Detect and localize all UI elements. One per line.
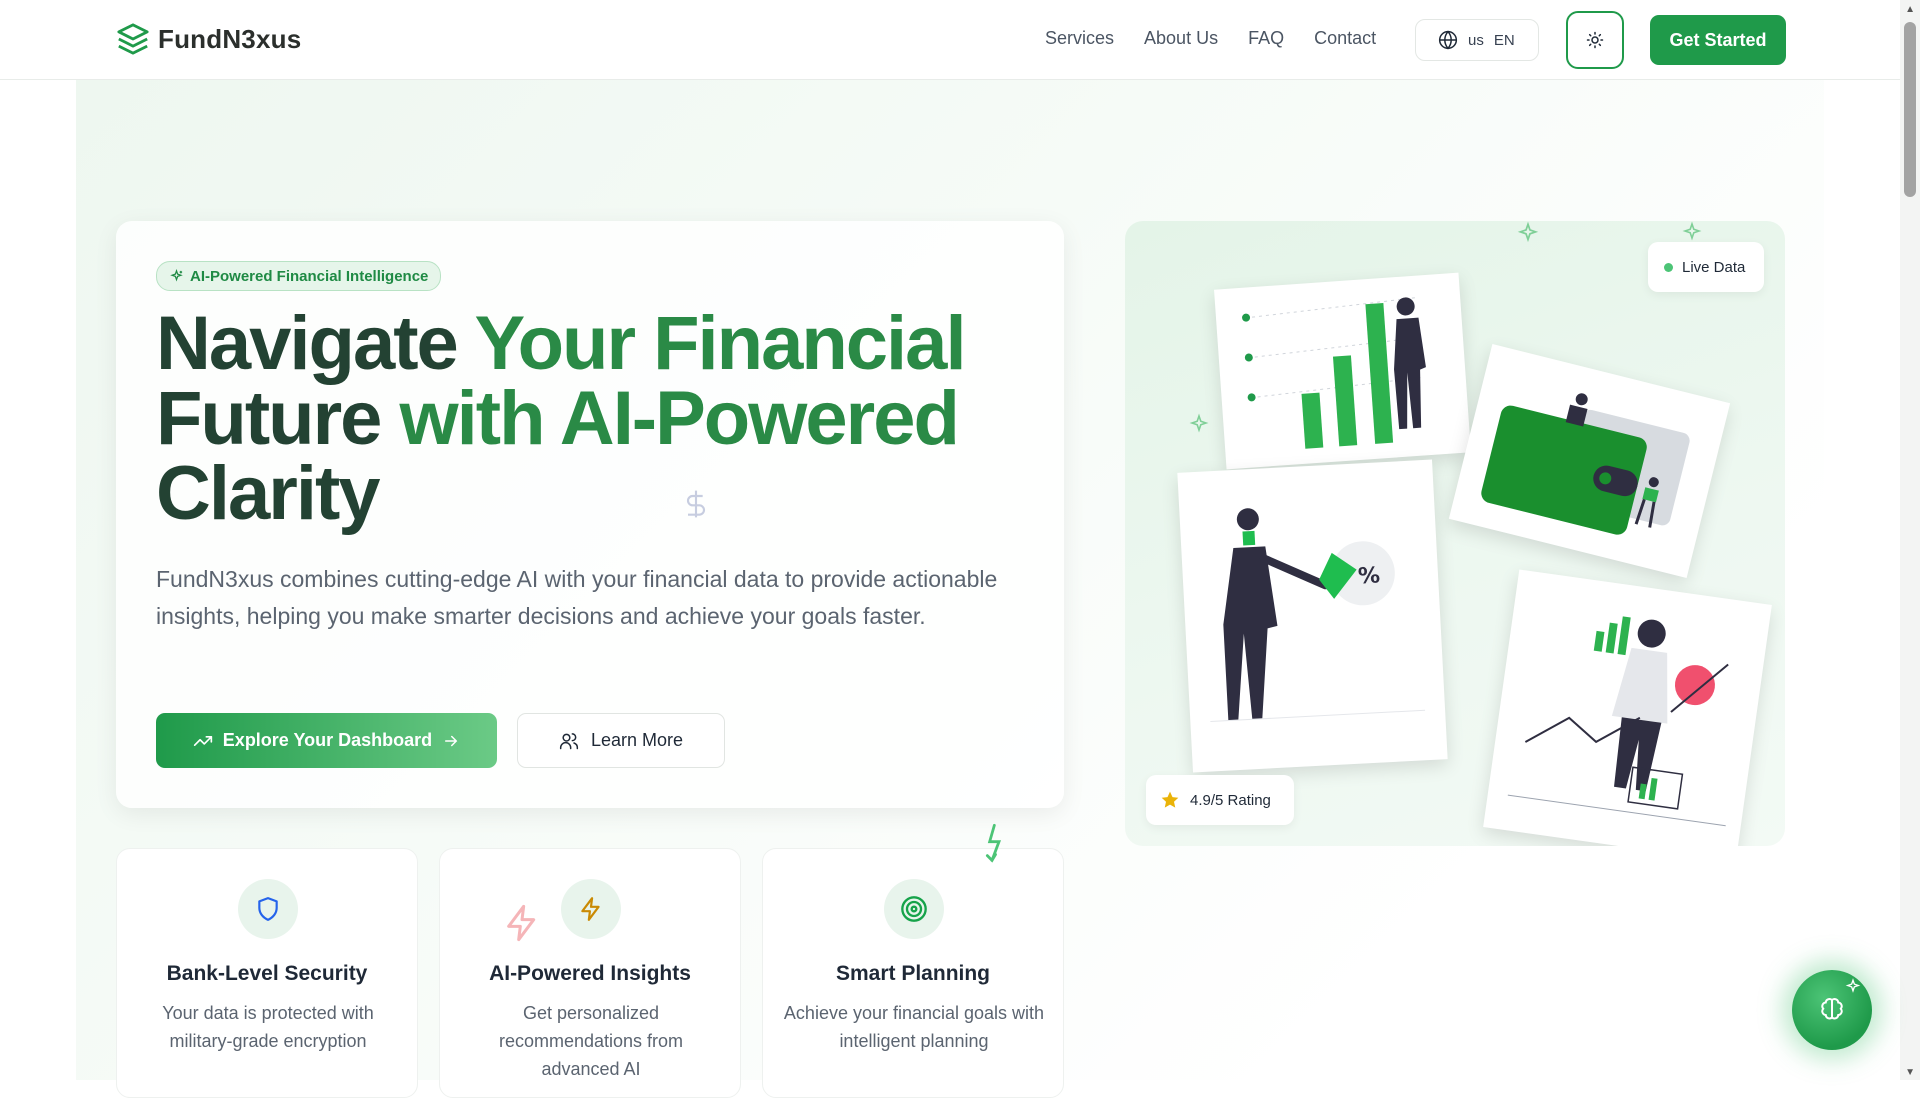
- rating-badge: 4.9/5 Rating: [1146, 775, 1294, 825]
- floating-lightning-icon: [507, 904, 536, 942]
- nav-link-faq[interactable]: FAQ: [1248, 28, 1284, 49]
- wallet-illustration: [1481, 393, 1690, 535]
- globe-icon: [1438, 30, 1458, 50]
- live-data-label: Live Data: [1682, 258, 1746, 276]
- arrow-right-icon: [445, 735, 458, 746]
- feature-card-security: Bank-Level Security Your data is protect…: [116, 848, 418, 1098]
- headline-part-1: Navigate: [156, 301, 475, 386]
- target-icon: [901, 896, 927, 922]
- scroll-up-arrow-icon[interactable]: ▲: [1905, 4, 1915, 15]
- percent-symbol: %: [1357, 563, 1380, 589]
- layers-logo-icon: [117, 23, 149, 55]
- headline-part-5: Clarity: [156, 451, 381, 536]
- floating-dollar-icon: [687, 490, 705, 518]
- hero-badge: AI-Powered Financial Intelligence: [156, 261, 442, 291]
- feature-icon-wrap: [238, 879, 298, 939]
- percent-illustration: %: [1210, 508, 1426, 722]
- brain-icon: [1821, 998, 1843, 1020]
- growth-chart-illustration: [1242, 297, 1426, 449]
- trending-up-icon: [193, 735, 212, 746]
- feature-text: Get personalized recommendations from ad…: [498, 1003, 684, 1079]
- nav-link-contact[interactable]: Contact: [1314, 28, 1376, 49]
- live-indicator-dot: [1664, 262, 1673, 272]
- hero-badge-label: AI-Powered Financial Intelligence: [190, 267, 429, 285]
- theme-toggle-button[interactable]: [1566, 11, 1624, 69]
- nav-links: Services About Us FAQ Contact: [1045, 28, 1376, 49]
- headline-part-2: Your Financial: [474, 301, 967, 386]
- photo-growth-chart: [1214, 272, 1471, 470]
- explore-dashboard-button[interactable]: Explore Your Dashboard: [156, 713, 497, 768]
- sparkle-deco-icon: [1189, 413, 1209, 433]
- language-selector[interactable]: us EN: [1415, 19, 1539, 61]
- feature-icon-wrap: [561, 879, 621, 939]
- headline-part-4: with AI-Powered: [399, 376, 960, 461]
- sun-icon: [1586, 31, 1604, 49]
- photo-analyst: [1483, 569, 1772, 846]
- headline-part-3: Future: [156, 376, 400, 461]
- hero-headline: Navigate Your Financial Future with AI-Po…: [156, 306, 1036, 532]
- assistant-sparkle-icon: [1845, 978, 1861, 993]
- analyst-illustration: [1507, 616, 1729, 827]
- hero-description: FundN3xus combines cutting-edge AI with …: [156, 566, 998, 629]
- ai-assistant-button[interactable]: [1792, 970, 1872, 1050]
- feature-text: Your data is protected with military-gra…: [162, 1003, 374, 1051]
- floating-squiggle-icon: [985, 823, 1002, 863]
- nav-link-about-us[interactable]: About Us: [1144, 28, 1218, 49]
- hero-illustration-panel: %: [1125, 221, 1785, 846]
- scroll-down-arrow-icon[interactable]: ▼: [1905, 1067, 1915, 1078]
- live-data-badge: Live Data: [1648, 242, 1764, 292]
- shield-icon: [258, 897, 278, 921]
- nav-link-services[interactable]: Services: [1045, 28, 1114, 49]
- learn-more-button[interactable]: Learn More: [517, 713, 725, 768]
- photo-percent: %: [1177, 459, 1448, 773]
- star-icon: [1161, 791, 1179, 808]
- learn-more-label: Learn More: [590, 730, 684, 750]
- language-flag: us: [1468, 31, 1484, 49]
- feature-text: Achieve your financial goals with intell…: [783, 1003, 1045, 1051]
- feature-title: AI-Powered Insights: [489, 962, 691, 985]
- scrollbar-thumb[interactable]: [1904, 22, 1916, 197]
- feature-icon-wrap: [884, 879, 944, 939]
- lightning-icon: [581, 897, 600, 921]
- get-started-button[interactable]: Get Started: [1650, 15, 1786, 65]
- photo-wallet: [1448, 344, 1731, 578]
- brand-logo[interactable]: FundN3xus: [116, 22, 301, 56]
- feature-title: Smart Planning: [835, 962, 991, 985]
- sparkle-deco-icon: [1517, 221, 1539, 243]
- hero-card: AI-Powered Financial Intelligence Naviga…: [116, 221, 1064, 808]
- explore-dashboard-label: Explore Your Dashboard: [222, 730, 433, 750]
- language-code: EN: [1493, 31, 1515, 49]
- brand-name: FundN3xus: [158, 23, 302, 54]
- page-scrollbar[interactable]: ▲ ▼: [1900, 0, 1920, 1080]
- top-navbar: FundN3xus Services About Us FAQ Contact …: [0, 0, 1900, 80]
- feature-card-planning: Smart Planning Achieve your financial go…: [762, 848, 1064, 1098]
- sparkle-icon: [170, 268, 183, 282]
- feature-title: Bank-Level Security: [166, 962, 368, 985]
- rating-label: 4.9/5 Rating: [1190, 791, 1271, 809]
- feature-card-insights: AI-Powered Insights Get personalized rec…: [439, 848, 741, 1098]
- users-icon: [559, 732, 579, 749]
